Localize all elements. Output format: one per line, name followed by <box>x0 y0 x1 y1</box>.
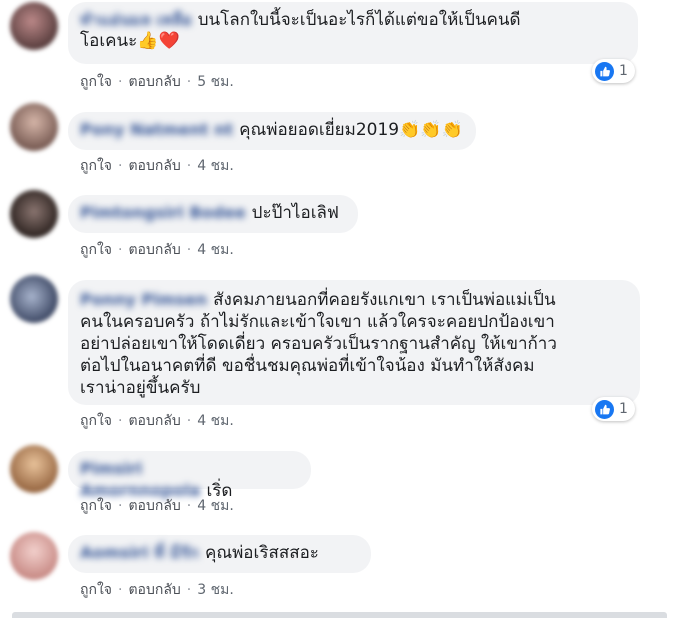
reply-link[interactable]: ตอบกลับ <box>128 413 180 429</box>
emoji: 👍❤️ <box>137 31 180 51</box>
like-link[interactable]: ถูกใจ <box>80 582 112 598</box>
thumbs-up-icon <box>595 399 614 419</box>
like-link[interactable]: ถูกใจ <box>80 74 112 90</box>
comment-text: คุณพ่อเริสสสอะ <box>204 543 319 563</box>
comment-text-line4: ต่อไปในอนาคตที่ดี ขอชื่นชมคุณพ่อที่เข้าใ… <box>80 356 535 376</box>
comment-bubble: Ponny Pimsen สังคมภายนอกที่คอยรังแกเขา เร… <box>68 280 640 405</box>
comment-text: ปะป๊าไอเลิฟ <box>251 203 339 223</box>
like-link[interactable]: ถูกใจ <box>80 158 112 174</box>
timestamp[interactable]: 4 ชม. <box>197 498 234 514</box>
comment-actions: ถูกใจ · ตอบกลับ · 4 ชม. <box>80 158 234 174</box>
reaction-badge[interactable]: 1 <box>592 397 635 421</box>
reply-link[interactable]: ตอบกลับ <box>128 242 180 258</box>
avatar[interactable] <box>10 275 58 323</box>
timestamp[interactable]: 3 ชม. <box>197 582 234 598</box>
comment-text-line2: โอเคนะ <box>80 31 138 51</box>
timestamp[interactable]: 4 ชม. <box>197 242 234 258</box>
comment-bubble: ทำแอ่นมล เหลือ บนโลกใบนี้จะเป็นอะไรก็ได้แ… <box>68 2 638 64</box>
comment-actions: ถูกใจ · ตอบกลับ · 5 ชม. <box>80 74 234 90</box>
commenter-name[interactable]: ทำแอ่นมล เหลือ <box>80 10 192 29</box>
commenter-name[interactable]: Pony Natment nt <box>80 120 233 139</box>
comment-text: คุณพ่อยอดเยี่ยม2019 <box>239 120 400 140</box>
avatar[interactable] <box>10 2 58 50</box>
reaction-count: 1 <box>619 63 628 79</box>
reply-link[interactable]: ตอบกลับ <box>128 158 180 174</box>
commenter-name[interactable]: Pimsiri Amornnopola <box>80 459 200 500</box>
comment-text: สังคมภายนอกที่คอยรังแกเขา เราเป็นพ่อแม่เ… <box>213 290 556 310</box>
comment-actions: ถูกใจ · ตอบกลับ · 4 ชม. <box>80 498 234 514</box>
comment-text-line3: อย่าปล่อยเขาให้โดดเดี่ยว ครอบครัวเป็นราก… <box>80 334 557 354</box>
comment-bubble: Aomsiri ที่ มีรัก คุณพ่อเริสสสอะ <box>68 535 371 573</box>
avatar[interactable] <box>10 103 58 151</box>
comment-bubble: Pimtongsiri Bodee ปะป๊าไอเลิฟ <box>68 195 358 233</box>
commenter-name[interactable]: Aomsiri ที่ มีรัก <box>80 543 199 562</box>
avatar[interactable] <box>10 445 58 493</box>
comment-actions: ถูกใจ · ตอบกลับ · 3 ชม. <box>80 582 234 598</box>
comment-actions: ถูกใจ · ตอบกลับ · 4 ชม. <box>80 413 234 429</box>
comment-text-line2: คนในครอบครัว ถ้าไม่รักและเข้าใจเขา แล้วใ… <box>80 312 555 332</box>
like-link[interactable]: ถูกใจ <box>80 413 112 429</box>
like-link[interactable]: ถูกใจ <box>80 242 112 258</box>
reply-link[interactable]: ตอบกลับ <box>128 582 180 598</box>
emoji: 👏👏👏 <box>399 120 463 140</box>
avatar[interactable] <box>10 190 58 238</box>
reaction-badge[interactable]: 1 <box>592 59 635 83</box>
comment-text-line5: เราน่าอยู่ขึ้นครับ <box>80 378 201 398</box>
comment-actions: ถูกใจ · ตอบกลับ · 4 ชม. <box>80 242 234 258</box>
commenter-name[interactable]: Pimtongsiri Bodee <box>80 203 246 222</box>
reaction-count: 1 <box>619 401 628 417</box>
timestamp[interactable]: 4 ชม. <box>197 413 234 429</box>
reply-link[interactable]: ตอบกลับ <box>128 74 180 90</box>
reply-link[interactable]: ตอบกลับ <box>128 498 180 514</box>
next-comment-edge <box>12 612 667 618</box>
commenter-name[interactable]: Ponny Pimsen <box>80 290 207 309</box>
comment-bubble: Pimsiri Amornnopola เริ่ด <box>68 451 311 501</box>
like-link[interactable]: ถูกใจ <box>80 498 112 514</box>
avatar[interactable] <box>10 532 58 580</box>
timestamp[interactable]: 5 ชม. <box>197 74 234 90</box>
comment-text: บนโลกใบนี้จะเป็นอะไรก็ได้แต่ขอให้เป็นคนด… <box>197 10 521 30</box>
thumbs-up-icon <box>595 61 614 81</box>
comment-bubble: Pony Natment nt คุณพ่อยอดเยี่ยม2019👏👏👏 <box>68 112 476 150</box>
timestamp[interactable]: 4 ชม. <box>197 158 234 174</box>
